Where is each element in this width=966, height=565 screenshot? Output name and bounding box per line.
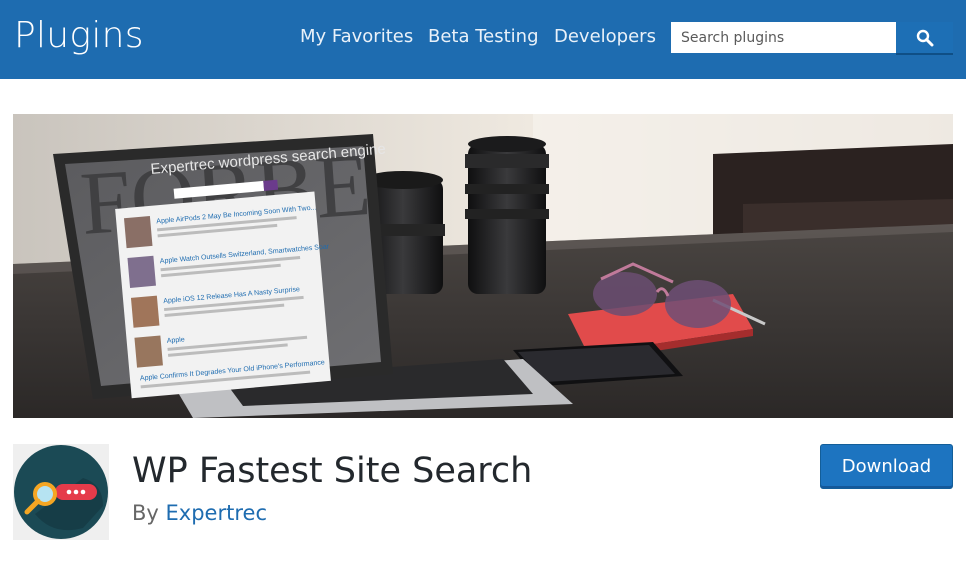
banner-image: FORBE Expertrec wordpress search engine … <box>13 114 953 418</box>
plugin-byline: By Expertrec <box>132 498 267 528</box>
search-button[interactable] <box>896 22 953 55</box>
search-icon <box>916 29 933 46</box>
by-label: By <box>132 501 159 525</box>
author-link[interactable]: Expertrec <box>166 501 267 525</box>
nav-developers[interactable]: Developers <box>554 24 656 50</box>
magnifier-chat-icon <box>14 445 108 539</box>
plugin-icon <box>13 444 109 540</box>
search-form <box>671 22 953 55</box>
site-header: Plugins My Favorites Beta Testing Develo… <box>0 0 966 79</box>
nav-beta-testing[interactable]: Beta Testing <box>428 24 539 50</box>
nav-my-favorites[interactable]: My Favorites <box>300 24 413 50</box>
brand-title[interactable]: Plugins <box>14 14 144 58</box>
plugin-banner: FORBE Expertrec wordpress search engine … <box>13 114 953 418</box>
plugin-title: WP Fastest Site Search <box>132 451 533 491</box>
download-button[interactable]: Download <box>820 444 953 489</box>
search-input[interactable] <box>671 22 896 53</box>
